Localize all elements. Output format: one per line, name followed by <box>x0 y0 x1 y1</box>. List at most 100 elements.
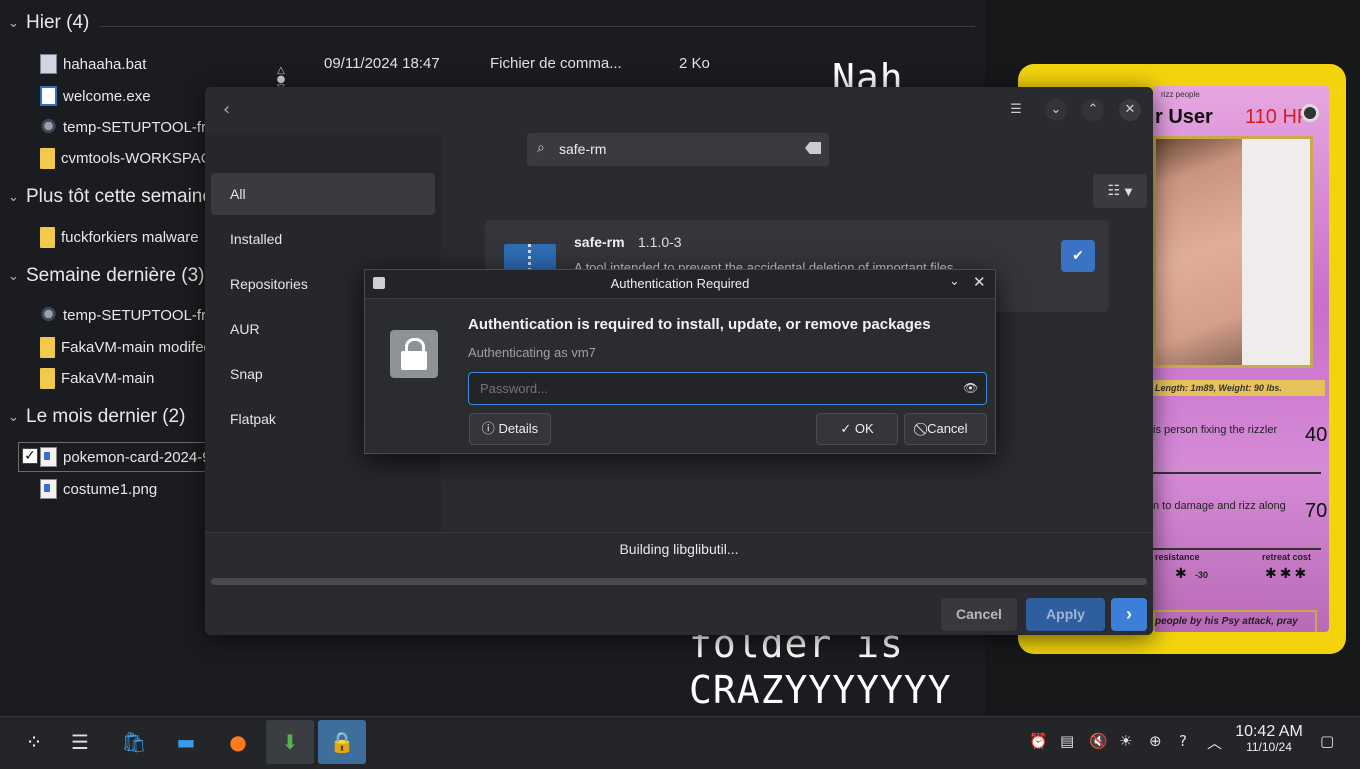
close-icon[interactable]: ✕ <box>1119 99 1141 121</box>
divider <box>100 26 975 27</box>
system-settings-icon[interactable]: ☰ <box>56 720 104 764</box>
card-resistance-value: -30 <box>1195 570 1209 580</box>
chevron-down-icon: ⌄ <box>8 268 19 283</box>
sidebar-item-all[interactable]: All <box>211 173 435 215</box>
tray-expand-icon[interactable]: ︿ <box>1207 732 1222 753</box>
auth-user: Authenticating as vm7 <box>468 345 596 360</box>
show-desktop-icon[interactable]: ▢ <box>1320 732 1334 750</box>
maximize-icon[interactable]: ⌃ <box>1082 99 1104 121</box>
chevron-down-icon: ▼ <box>1124 187 1133 198</box>
exe-file-icon <box>40 86 57 106</box>
file-name: FakaVM-main <box>61 370 155 387</box>
close-icon[interactable]: ✕ <box>973 273 986 291</box>
folder-icon <box>40 148 55 169</box>
setup-file-icon <box>40 305 57 325</box>
file-name: temp-SETUPTOOL-from <box>63 306 227 324</box>
ok-button[interactable]: ✓ OK <box>816 413 898 445</box>
details-label: Details <box>498 421 539 436</box>
file-row[interactable]: fuckforkiers malware <box>40 227 199 248</box>
status-text: Building libglibutil... <box>619 541 739 557</box>
cancel-button[interactable]: Cancel <box>941 598 1017 631</box>
file-row[interactable]: temp-SETUPTOOL-from <box>40 305 227 325</box>
file-manager-icon[interactable]: ▬ <box>162 720 210 764</box>
folder-icon <box>40 337 55 358</box>
brightness-icon[interactable]: ☀ <box>1119 732 1132 750</box>
file-size: 2 Ko <box>679 55 710 72</box>
clear-search-icon[interactable] <box>805 142 821 154</box>
network-icon[interactable]: ⊕ <box>1149 732 1162 750</box>
file-name: cvmtools-WORKSPACE <box>61 150 222 167</box>
photo-background <box>1242 139 1310 365</box>
group-header[interactable]: ⌄ Le mois dernier (2) <box>8 406 185 428</box>
progress-bar <box>211 578 1147 585</box>
list-view-icon: ☷ <box>1107 183 1121 199</box>
next-button[interactable]: › <box>1111 598 1147 631</box>
chevron-down-icon[interactable]: ⌄ <box>949 274 960 289</box>
card-photo <box>1153 136 1313 368</box>
clock[interactable]: 10:42 AM 11/10/24 <box>1232 723 1306 754</box>
show-password-icon[interactable]: 👁 <box>963 381 978 395</box>
chevron-down-icon: ⌄ <box>8 409 19 424</box>
hamburger-menu-icon[interactable]: ☰ <box>1005 99 1027 121</box>
setup-file-icon <box>40 117 57 137</box>
file-row[interactable]: pokemon-card-2024-9- <box>40 447 216 467</box>
app-version: 1.1.0-3 <box>638 234 682 250</box>
search-field[interactable]: ⌕ safe-rm <box>527 133 829 166</box>
row-checkbox[interactable]: ✓ <box>22 448 38 464</box>
view-mode-button[interactable]: ☷ ▼ <box>1093 174 1147 208</box>
group-label: Semaine dernière (3) <box>26 265 205 286</box>
folder-icon <box>40 368 55 389</box>
file-row[interactable]: hahaaha.bat <box>40 54 146 74</box>
sidebar-item-installed[interactable]: Installed <box>211 218 435 260</box>
card-name: r User <box>1155 106 1213 128</box>
card-info-bar: Length: 1m89, Weight: 90 lbs. <box>1153 380 1325 396</box>
card-retreat-label: retreat cost <box>1262 552 1312 562</box>
card-attack-1-damage: 40 <box>1305 424 1328 446</box>
file-row[interactable]: FakaVM-main <box>40 368 154 389</box>
app-launcher-icon[interactable]: ⁘ <box>10 720 58 764</box>
file-type: Fichier de comma... <box>490 55 622 72</box>
auth-task-icon[interactable]: 🔒 <box>318 720 366 764</box>
file-row[interactable]: costume1.png <box>40 479 157 499</box>
notifications-icon[interactable]: ⏰ <box>1029 732 1048 750</box>
help-icon[interactable]: ? <box>1179 732 1187 750</box>
volume-muted-icon[interactable]: 🔇 <box>1089 732 1108 750</box>
chevron-down-icon: ⌄ <box>8 189 19 204</box>
search-input[interactable]: safe-rm <box>559 141 606 157</box>
card-top-text: rizz people <box>1161 90 1200 99</box>
discover-store-icon[interactable]: 🛍 <box>110 720 158 764</box>
dialog-title: Authentication Required <box>610 276 750 291</box>
resistance-energy-icon: ✱ <box>1175 566 1190 582</box>
cancel-label: Cancel <box>927 421 968 436</box>
file-name: FakaVM-main modifed <box>61 339 212 356</box>
retreat-energy-icons: ✱✱✱ <box>1265 566 1310 582</box>
file-row[interactable]: FakaVM-main modifed <box>40 337 212 358</box>
firefox-icon[interactable]: ● <box>214 720 262 764</box>
clock-time: 10:42 AM <box>1235 723 1303 740</box>
file-name: fuckforkiers malware <box>61 229 199 246</box>
group-label: Plus tôt cette semaine ( <box>26 186 225 207</box>
file-row[interactable]: temp-SETUPTOOL-from <box>40 117 227 137</box>
card-attack-2: n to damage and rizz along <box>1153 500 1286 512</box>
installed-check-button[interactable]: ✔ <box>1061 240 1095 272</box>
file-name: pokemon-card-2024-9- <box>63 448 216 466</box>
face-image <box>1156 139 1242 365</box>
group-header[interactable]: ⌄ Plus tôt cette semaine ( <box>8 186 225 208</box>
file-name: temp-SETUPTOOL-from <box>63 118 227 136</box>
group-header[interactable]: ⌄ Hier (4) <box>8 12 89 34</box>
clipboard-icon[interactable]: ▤ <box>1060 732 1074 750</box>
password-field[interactable] <box>468 372 987 405</box>
card-inner: rizz people r User 110 HP Length: 1m89, … <box>1153 86 1329 632</box>
file-row[interactable]: cvmtools-WORKSPACE <box>40 148 222 169</box>
group-header[interactable]: ⌄ Semaine dernière (3) <box>8 265 204 287</box>
dialog-cancel-button[interactable]: ⃠ Cancel <box>904 413 987 445</box>
minimize-icon[interactable]: ⌄ <box>1045 99 1067 121</box>
auth-message: Authentication is required to install, u… <box>468 316 931 333</box>
file-row[interactable]: welcome.exe <box>40 86 151 106</box>
details-button[interactable]: ⓘ Details <box>469 413 551 445</box>
group-label: Le mois dernier (2) <box>26 406 186 427</box>
discover-task-icon[interactable]: ⬇ <box>266 720 314 764</box>
psychic-type-icon <box>1301 104 1319 122</box>
apply-button[interactable]: Apply <box>1026 598 1105 631</box>
back-arrow-icon[interactable]: ‹ <box>223 99 230 120</box>
